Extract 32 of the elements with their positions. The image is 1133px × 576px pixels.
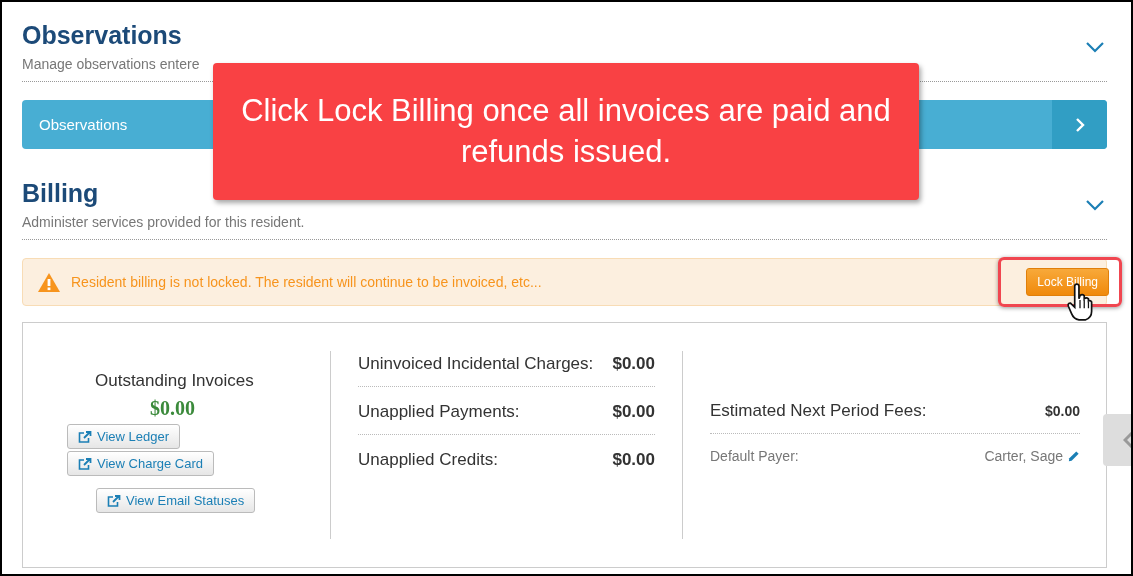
charge-value: $0.00	[612, 402, 655, 422]
charge-label: Unapplied Payments:	[358, 402, 520, 422]
view-button[interactable]: View Ledger	[67, 424, 181, 449]
charge-value: $0.00	[612, 354, 655, 374]
external-link-icon	[78, 430, 92, 443]
payer-name: Carter, Sage	[984, 448, 1063, 464]
payer-label: Default Payer:	[710, 448, 799, 464]
outstanding-amount: $0.00	[150, 397, 195, 420]
chevron-icon[interactable]	[1085, 40, 1105, 53]
view-button[interactable]: View Email Statuses	[96, 488, 256, 513]
chevron-icon[interactable]	[1085, 198, 1105, 211]
charge-value: $0.00	[612, 450, 655, 470]
lock-billing-button[interactable]: Lock Billing	[1026, 268, 1109, 296]
chevron-right-icon	[1074, 116, 1085, 133]
outstanding-label: Outstanding Invoices	[95, 371, 254, 391]
section-title: Billing	[22, 179, 100, 208]
callout-text: Click Lock Billing once all invoices are paid and refunds issued.	[240, 92, 892, 171]
pencil-icon[interactable]	[1067, 449, 1080, 463]
warning-icon	[37, 271, 61, 293]
charge-label: Unapplied Credits:	[358, 450, 498, 470]
alert-message: Resident billing is not locked. The resident will continue to be invoiced, etc...	[71, 274, 543, 290]
external-link-icon	[107, 494, 121, 507]
charge-label: Uninvoiced Incidental Charges:	[358, 354, 594, 374]
observations-label: Observations	[38, 116, 128, 133]
section-subtitle: Manage observations entere	[22, 56, 200, 72]
external-link-icon	[78, 457, 92, 470]
view-button[interactable]: View Charge Card	[67, 451, 214, 476]
chevron-left-icon	[1123, 432, 1131, 448]
section-subtitle: Administer services provided for this resident.	[22, 214, 305, 230]
fees-label: Estimated Next Period Fees:	[710, 401, 927, 421]
section-title: Observations	[22, 21, 183, 50]
fees-value: $0.00	[1044, 403, 1080, 419]
